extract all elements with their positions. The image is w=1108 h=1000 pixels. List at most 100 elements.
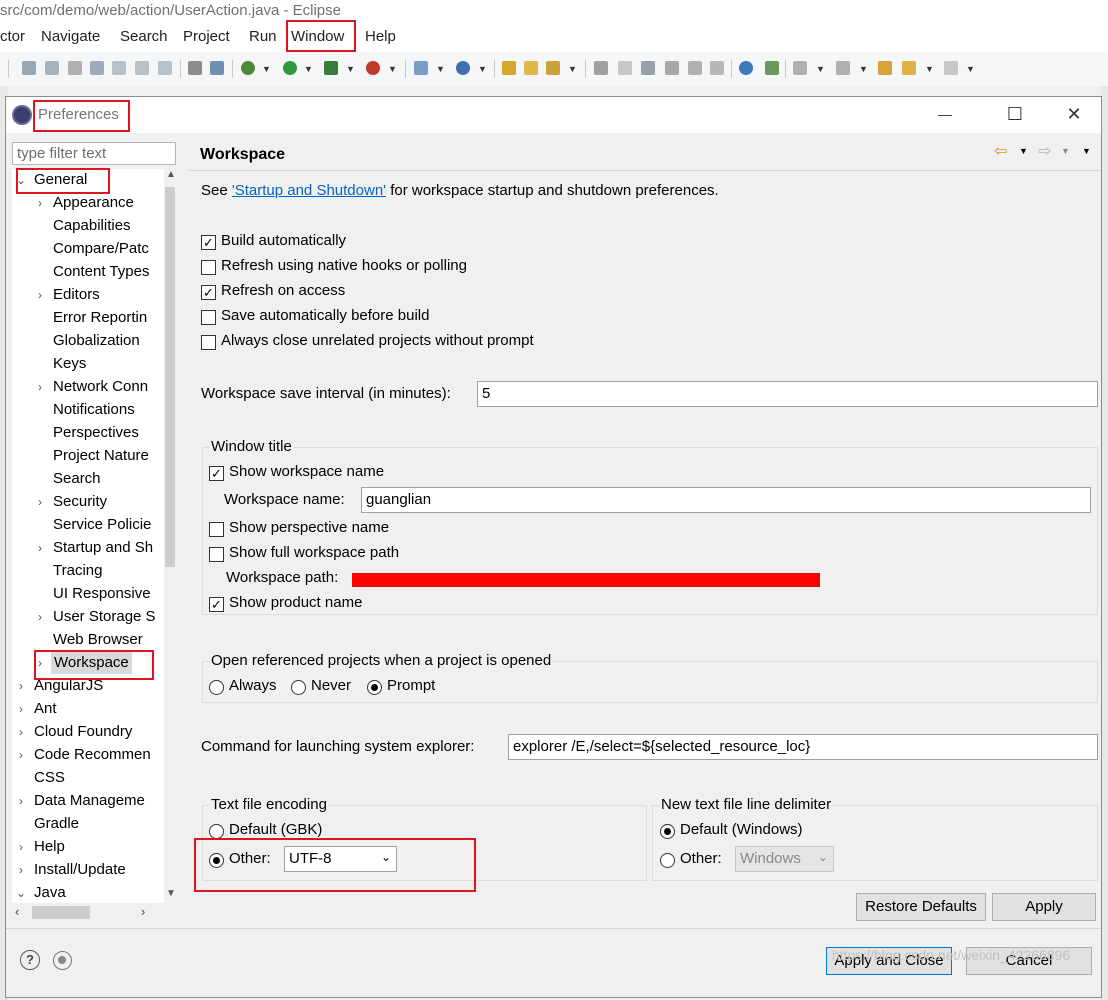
chevron-right-icon[interactable]: › (38, 606, 42, 628)
chevron-down-icon[interactable]: ▼ (388, 64, 397, 74)
tree-item-tracing[interactable]: Tracing (12, 560, 162, 583)
tree-item-keys[interactable]: Keys (12, 353, 162, 376)
tree-item-startup-shutdown[interactable]: › Startup and Sh (12, 537, 162, 560)
open-type-icon[interactable] (502, 61, 516, 75)
chevron-right-icon[interactable]: › (19, 790, 23, 812)
scroll-left-icon[interactable]: ‹ (15, 904, 19, 919)
debug-icon[interactable] (241, 61, 255, 75)
chevron-right-icon[interactable]: › (19, 859, 23, 881)
chevron-right-icon[interactable]: › (19, 836, 23, 858)
menu-item-search[interactable]: Search (120, 28, 168, 45)
tree-scroll-thumb[interactable] (165, 187, 175, 567)
external-tools-icon[interactable] (366, 61, 380, 75)
tree-item-perspectives[interactable]: Perspectives (12, 422, 162, 445)
tree-item-content-types[interactable]: Content Types (12, 261, 162, 284)
menu-item-project[interactable]: Project (183, 28, 230, 45)
explorer-command-input[interactable]: explorer /E,/select=${selected_resource_… (508, 734, 1098, 760)
scroll-down-icon[interactable]: ▼ (166, 888, 176, 899)
forward-arrow-icon[interactable]: ⇨ (1038, 141, 1051, 161)
tree-item-ui-responsiveness[interactable]: UI Responsive (12, 583, 162, 606)
tree-item-java[interactable]: ⌄ Java (12, 882, 162, 903)
drop-to-frame-icon[interactable] (188, 61, 202, 75)
show-perspective-name-checkbox[interactable] (209, 522, 224, 537)
tree-item-capabilities[interactable]: Capabilities (12, 215, 162, 238)
chevron-down-icon[interactable]: ▼ (262, 64, 271, 74)
globe-icon[interactable] (739, 61, 753, 75)
tree-item-help[interactable]: › Help (12, 836, 162, 859)
chevron-down-icon[interactable]: ▼ (1019, 146, 1028, 156)
back-arrow-icon[interactable]: ⇦ (994, 141, 1007, 161)
last-edit-location-icon[interactable] (878, 61, 892, 75)
tree-item-search[interactable]: Search (12, 468, 162, 491)
tree-item-gradle[interactable]: Gradle (12, 813, 162, 836)
tree-item-error-reporting[interactable]: Error Reportin (12, 307, 162, 330)
refresh-icon[interactable] (765, 61, 779, 75)
menu-item-run[interactable]: Run (249, 28, 277, 45)
tree-item-service-policies[interactable]: Service Policie (12, 514, 162, 537)
open-ref-prompt-radio[interactable] (367, 680, 382, 695)
open-ref-always-radio[interactable] (209, 680, 224, 695)
show-workspace-name-checkbox[interactable]: ✓ (209, 466, 224, 481)
tree-item-globalization[interactable]: Globalization (12, 330, 162, 353)
disconnect-icon[interactable] (90, 61, 104, 75)
show-full-path-checkbox[interactable] (209, 547, 224, 562)
chevron-down-icon[interactable]: ▼ (304, 64, 313, 74)
tree-item-notifications[interactable]: Notifications (12, 399, 162, 422)
chevron-right-icon[interactable]: › (19, 721, 23, 743)
chevron-down-icon[interactable]: ▼ (925, 64, 934, 74)
scroll-up-icon[interactable]: ▲ (166, 169, 176, 180)
block-selection-icon[interactable] (665, 61, 679, 75)
run-server-icon[interactable] (324, 61, 338, 75)
word-wrap-icon[interactable] (688, 61, 702, 75)
tree-item-code-recommenders[interactable]: › Code Recommen (12, 744, 162, 767)
chevron-right-icon[interactable]: › (19, 698, 23, 720)
menu-item-navigate[interactable]: Navigate (41, 28, 100, 45)
toggle-breadcrumb-icon[interactable] (618, 61, 632, 75)
search-icon[interactable] (546, 61, 560, 75)
chevron-down-icon[interactable]: ▼ (478, 64, 487, 74)
tree-item-compare-patch[interactable]: Compare/Patc (12, 238, 162, 261)
step-over-icon[interactable] (135, 61, 149, 75)
previous-annotation-icon[interactable] (836, 61, 850, 75)
delimiter-select[interactable]: Windows ⌄ (735, 846, 834, 872)
chevron-down-icon[interactable]: ▼ (346, 64, 355, 74)
tree-item-cloud-foundry[interactable]: › Cloud Foundry (12, 721, 162, 744)
scroll-right-icon[interactable]: › (141, 904, 145, 919)
workspace-name-input[interactable]: guanglian (361, 487, 1091, 513)
run-icon[interactable] (283, 61, 297, 75)
save-interval-input[interactable]: 5 (477, 381, 1098, 407)
chevron-right-icon[interactable]: › (38, 284, 42, 306)
chevron-down-icon[interactable]: ▼ (816, 64, 825, 74)
startup-shutdown-link[interactable]: 'Startup and Shutdown' (232, 182, 386, 199)
step-into-icon[interactable] (112, 61, 126, 75)
menu-item-refactor[interactable]: ctor (0, 28, 25, 45)
minimize-icon[interactable]: — (931, 103, 959, 127)
show-whitespace-icon[interactable] (710, 61, 724, 75)
filter-input[interactable]: type filter text (12, 142, 176, 165)
dialog-titlebar[interactable]: Preferences — ☐ ✕ (6, 97, 1101, 133)
maximize-icon[interactable]: ☐ (1001, 103, 1029, 127)
chevron-right-icon[interactable]: › (38, 376, 42, 398)
resume-icon[interactable] (22, 61, 36, 75)
toggle-mark-icon[interactable] (594, 61, 608, 75)
close-unrelated-checkbox[interactable] (201, 335, 216, 350)
suspend-icon[interactable] (45, 61, 59, 75)
tree-item-data-management[interactable]: › Data Manageme (12, 790, 162, 813)
tree-item-css[interactable]: CSS (12, 767, 162, 790)
chevron-down-icon[interactable]: ▼ (859, 64, 868, 74)
show-product-name-checkbox[interactable]: ✓ (209, 597, 224, 612)
annotation-icon[interactable] (641, 61, 655, 75)
open-task-icon[interactable] (524, 61, 538, 75)
open-ref-never-radio[interactable] (291, 680, 306, 695)
tree-item-security[interactable]: › Security (12, 491, 162, 514)
chevron-down-icon[interactable]: ▼ (436, 64, 445, 74)
tree-item-web-browser[interactable]: Web Browser (12, 629, 162, 652)
build-automatically-checkbox[interactable]: ✓ (201, 235, 216, 250)
tree-item-user-storage[interactable]: › User Storage S (12, 606, 162, 629)
help-icon[interactable]: ? (20, 950, 40, 970)
chevron-right-icon[interactable]: › (38, 192, 42, 214)
tree-item-appearance[interactable]: › Appearance (12, 192, 162, 215)
chevron-down-icon[interactable]: ▼ (568, 64, 577, 74)
tree-item-install-update[interactable]: › Install/Update (12, 859, 162, 882)
tree-item-network-connections[interactable]: › Network Conn (12, 376, 162, 399)
